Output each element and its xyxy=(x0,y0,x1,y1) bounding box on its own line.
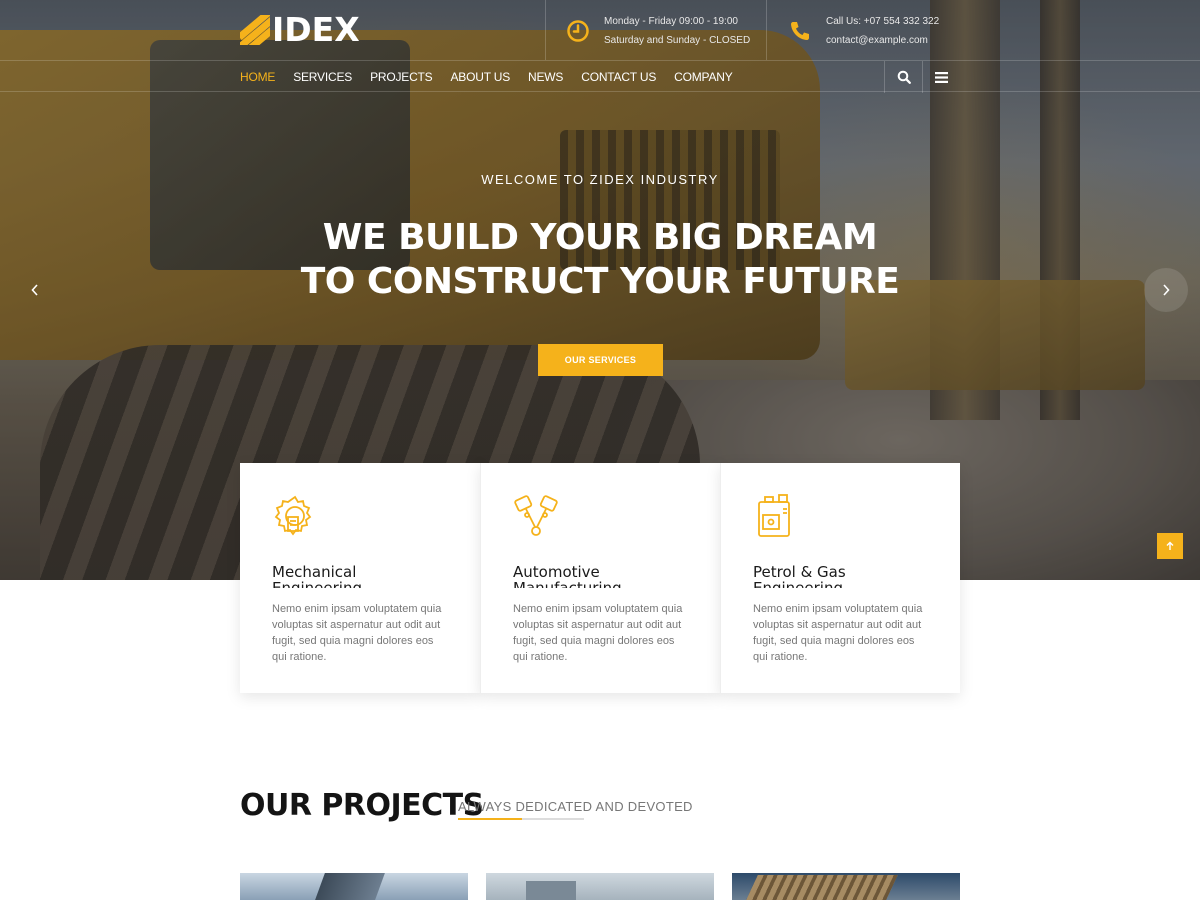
arrow-up-icon xyxy=(1166,541,1174,550)
services-cards: Mechanical Engineering Nemo enim ipsam v… xyxy=(240,463,960,693)
contact-phone[interactable]: Call Us: +07 554 332 322 xyxy=(826,12,939,31)
nav-item-projects[interactable]: PROJECTS xyxy=(370,70,433,84)
hero-headline: WE BUILD YOUR BIG DREAM TO CONSTRUCT YOU… xyxy=(0,216,1200,304)
our-services-button[interactable]: OUR SERVICES xyxy=(538,344,663,376)
fuel-canister-icon xyxy=(758,494,790,537)
service-title-line1: Petrol & Gas xyxy=(753,564,846,581)
opening-hours: Monday - Friday 09:00 - 19:00 Saturday a… xyxy=(566,12,750,50)
hero-headline-line1: WE BUILD YOUR BIG DREAM xyxy=(322,217,878,258)
service-title-line1: Automotive xyxy=(513,564,600,581)
chevron-right-icon xyxy=(1163,284,1170,296)
nav-item-about-us[interactable]: ABOUT US xyxy=(451,70,511,84)
header-divider xyxy=(545,0,546,60)
slider-prev-button[interactable] xyxy=(13,268,57,312)
nav-tools xyxy=(884,61,960,93)
contact-email[interactable]: contact@example.com xyxy=(826,31,939,50)
service-card-petrol-gas[interactable]: Petrol & Gas Engineering Nemo enim ipsam… xyxy=(720,463,960,693)
pistons-icon xyxy=(514,495,558,536)
hours-weekend: Saturday and Sunday - CLOSED xyxy=(604,35,751,46)
project-thumbnail[interactable] xyxy=(486,873,714,900)
nav-item-services[interactable]: SERVICES xyxy=(293,70,352,84)
service-title-line2: Engineering xyxy=(272,579,362,588)
scroll-to-top-button[interactable] xyxy=(1157,533,1183,559)
nav-item-contact-us[interactable]: CONTACT US xyxy=(581,70,656,84)
header-topbar: IDEX Monday - Friday 09:00 - 19:00 Satur… xyxy=(0,0,1200,60)
nav-menu: HOME SERVICES PROJECTS ABOUT US NEWS CON… xyxy=(240,61,751,93)
service-description: Nemo enim ipsam voluptatem quia voluptas… xyxy=(753,603,923,663)
projects-subheading: ALWAYS DEDICATED AND DEVOTED xyxy=(458,799,693,814)
phone-icon xyxy=(791,22,809,40)
project-thumbnail[interactable] xyxy=(732,873,960,900)
service-title: Automotive Manufacturing xyxy=(513,564,688,588)
service-title: Mechanical Engineering xyxy=(272,564,448,588)
main-navigation: HOME SERVICES PROJECTS ABOUT US NEWS CON… xyxy=(0,60,1200,93)
service-title-line2: Engineering xyxy=(753,579,843,588)
nav-item-news[interactable]: NEWS xyxy=(528,70,563,84)
service-title-line1: Mechanical xyxy=(272,564,357,581)
chevron-left-icon xyxy=(31,284,38,296)
project-thumbnails xyxy=(240,873,960,900)
nav-item-home[interactable]: HOME xyxy=(240,70,275,84)
project-thumbnail[interactable] xyxy=(240,873,468,900)
hero-eyebrow: WELCOME TO ZIDEX INDUSTRY xyxy=(481,172,719,187)
search-icon xyxy=(897,70,911,84)
clock-icon xyxy=(567,20,589,42)
hours-weekdays: Monday - Friday 09:00 - 19:00 xyxy=(604,16,738,27)
slider-next-button[interactable] xyxy=(1144,268,1188,312)
nav-item-company[interactable]: COMPANY xyxy=(674,70,733,84)
service-card-automotive[interactable]: Automotive Manufacturing Nemo enim ipsam… xyxy=(480,463,720,693)
service-description: Nemo enim ipsam voluptatem quia voluptas… xyxy=(513,603,683,663)
service-title-line2: Manufacturing xyxy=(513,579,622,588)
menu-button[interactable] xyxy=(922,61,960,93)
menu-icon xyxy=(935,71,948,83)
header-divider xyxy=(766,0,767,60)
hero-headline-line2: TO CONSTRUCT YOUR FUTURE xyxy=(300,261,900,302)
service-description: Nemo enim ipsam voluptatem quia voluptas… xyxy=(272,603,442,663)
logo-text: IDEX xyxy=(272,10,360,49)
projects-heading: OUR PROJECTS xyxy=(240,788,484,823)
contact-info: Call Us: +07 554 332 322 contact@example… xyxy=(788,12,939,50)
site-logo[interactable]: IDEX xyxy=(240,13,360,47)
search-button[interactable] xyxy=(884,61,922,93)
service-title: Petrol & Gas Engineering xyxy=(753,564,928,588)
projects-underline xyxy=(458,818,584,820)
service-card-mechanical[interactable]: Mechanical Engineering Nemo enim ipsam v… xyxy=(240,463,480,693)
logo-mark-icon xyxy=(240,15,270,45)
gear-blueprint-icon xyxy=(274,495,312,536)
